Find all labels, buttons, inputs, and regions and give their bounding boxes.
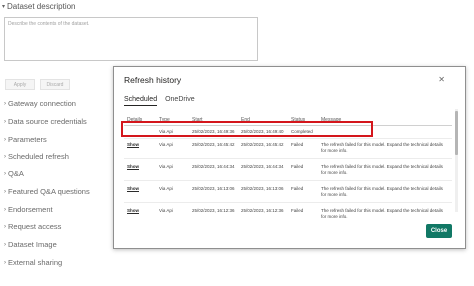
- section-label: Q&A: [8, 169, 24, 178]
- row-type: Via Api: [159, 164, 173, 169]
- row-status: Failed: [291, 142, 304, 147]
- row-message: The refresh failed for this model. Expan…: [321, 186, 443, 197]
- caret-down-icon: ▾: [2, 4, 6, 10]
- row-type: Via Api: [159, 208, 173, 213]
- section-featured-qna[interactable]: › Featured Q&A questions: [4, 187, 90, 196]
- row-divider: [124, 202, 452, 203]
- row-message: The refresh failed for this model. Expan…: [321, 164, 443, 175]
- details-link[interactable]: Show: [127, 164, 139, 169]
- scrollbar[interactable]: [455, 109, 458, 212]
- caret-right-icon: ›: [4, 223, 6, 230]
- details-link[interactable]: Show: [127, 142, 139, 147]
- section-request-access[interactable]: › Request access: [4, 222, 61, 231]
- row-status: Failed: [291, 208, 304, 213]
- caret-right-icon: ›: [4, 100, 6, 107]
- row-type: Via Api: [159, 142, 173, 147]
- row-start: 25/02/2023, 16:12:36: [192, 208, 235, 213]
- description-textarea[interactable]: Describe the contents of the dataset.: [4, 17, 258, 61]
- dialog-title: Refresh history: [124, 75, 182, 85]
- row-message: The refresh failed for this model. Expan…: [321, 142, 443, 153]
- section-scheduled-refresh[interactable]: › Scheduled refresh: [4, 152, 69, 161]
- caret-right-icon: ›: [4, 188, 6, 195]
- section-label: Featured Q&A questions: [8, 187, 90, 196]
- row-message: The refresh failed for this model. Expan…: [321, 208, 443, 219]
- section-qna[interactable]: › Q&A: [4, 169, 24, 178]
- section-label: External sharing: [8, 258, 63, 267]
- row-end: 25/02/2023, 16:45:42: [241, 142, 284, 147]
- row-start: 25/02/2023, 16:45:42: [192, 142, 235, 147]
- caret-right-icon: ›: [4, 118, 6, 125]
- dataset-description-label: Dataset description: [7, 2, 76, 11]
- row-divider: [124, 180, 452, 181]
- section-dataset-image[interactable]: › Dataset Image: [4, 240, 57, 249]
- section-label: Scheduled refresh: [8, 152, 69, 161]
- close-icon[interactable]: ✕: [438, 75, 445, 84]
- section-label: Parameters: [8, 135, 47, 144]
- row-status: Failed: [291, 164, 304, 169]
- row-divider: [124, 158, 452, 159]
- row-divider: [124, 138, 452, 139]
- section-endorsement[interactable]: › Endorsement: [4, 205, 53, 214]
- section-label: Dataset Image: [8, 240, 57, 249]
- row-end: 25/02/2023, 16:44:34: [241, 164, 284, 169]
- section-label: Gateway connection: [8, 99, 76, 108]
- discard-button[interactable]: Discard: [40, 79, 70, 90]
- caret-right-icon: ›: [4, 153, 6, 160]
- caret-right-icon: ›: [4, 259, 6, 266]
- row-start: 25/02/2023, 16:13:06: [192, 186, 235, 191]
- row-type: Via Api: [159, 186, 173, 191]
- caret-right-icon: ›: [4, 241, 6, 248]
- details-link[interactable]: Show: [127, 208, 139, 213]
- description-placeholder: Describe the contents of the dataset.: [8, 21, 90, 27]
- scrollbar-thumb[interactable]: [455, 111, 458, 155]
- tab-scheduled[interactable]: Scheduled: [124, 96, 158, 106]
- caret-right-icon: ›: [4, 206, 6, 213]
- section-label: Data source credentials: [8, 117, 87, 126]
- tab-bar: Scheduled OneDrive: [124, 96, 195, 106]
- tab-onedrive[interactable]: OneDrive: [165, 96, 195, 106]
- section-label: Request access: [8, 222, 62, 231]
- dataset-description-header[interactable]: ▾ Dataset description: [2, 2, 76, 11]
- section-label: Endorsement: [8, 205, 53, 214]
- caret-right-icon: ›: [4, 136, 6, 143]
- refresh-history-dialog: Refresh history ✕ Scheduled OneDrive Det…: [113, 66, 466, 249]
- row-start: 25/02/2023, 16:44:34: [192, 164, 235, 169]
- section-parameters[interactable]: › Parameters: [4, 135, 47, 144]
- section-gateway-connection[interactable]: › Gateway connection: [4, 99, 76, 108]
- section-external-sharing[interactable]: › External sharing: [4, 258, 62, 267]
- caret-right-icon: ›: [4, 170, 6, 177]
- row-status: Failed: [291, 186, 304, 191]
- section-data-source-credentials[interactable]: › Data source credentials: [4, 117, 87, 126]
- highlight-box: [121, 121, 373, 137]
- apply-button[interactable]: Apply: [5, 79, 35, 90]
- row-end: 25/02/2023, 16:12:36: [241, 208, 284, 213]
- row-end: 25/02/2023, 16:13:06: [241, 186, 284, 191]
- details-link[interactable]: Show: [127, 186, 139, 191]
- close-button[interactable]: Close: [426, 224, 452, 238]
